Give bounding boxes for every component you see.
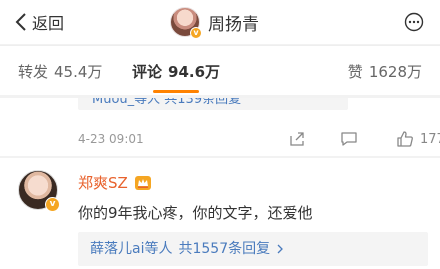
comment-meta-row: 4-23 09:01 1772 [78, 130, 440, 150]
top-nav-bar: 返回 v 周扬青 [0, 0, 440, 44]
avatar[interactable]: v [170, 7, 202, 39]
comment-card-previous: Muou_等人 共139条回复 4-23 09:01 1772 [0, 98, 440, 156]
tab-comment[interactable]: 评论 94.6万 [132, 61, 220, 82]
comment-text: 你的9年我心疼，你的文字，还爱他 [78, 204, 313, 222]
tab-repost[interactable]: 转发 45.4万 [18, 61, 102, 82]
share-icon[interactable] [288, 130, 306, 148]
page-title: 周扬青 [208, 14, 259, 35]
tab-like-count: 1628万 [368, 63, 422, 81]
thumbs-up-icon[interactable] [396, 130, 414, 148]
tab-like[interactable]: 赞 1628万 [348, 61, 422, 82]
commenter-avatar[interactable]: v [18, 170, 60, 212]
reply-count[interactable]: 共1557条回复 [178, 241, 270, 257]
verified-badge-icon: v [190, 27, 202, 39]
verified-badge-icon: v [45, 197, 60, 212]
chevron-left-icon [15, 13, 26, 31]
tab-like-label: 赞 [347, 63, 363, 81]
tab-comment-count: 94.6万 [168, 63, 221, 81]
tab-bar: 转发 45.4万 评论 94.6万 赞 1628万 [0, 45, 440, 95]
reply-names[interactable]: 薛落儿ai等人 [90, 241, 172, 257]
tab-repost-count: 45.4万 [54, 63, 103, 81]
comment-card: v 郑爽SZ 你的9年我心疼，你的文字，还爱他 薛落儿ai等人 共1557条回复 [0, 158, 440, 269]
reply-summary-link[interactable]: Muou_等人 共139条回复 [78, 98, 348, 110]
comment-icon[interactable] [340, 130, 358, 148]
tab-comment-label: 评论 [132, 63, 163, 81]
more-icon[interactable] [404, 12, 424, 32]
reply-summary[interactable]: 薛落儿ai等人 共1557条回复 [78, 232, 428, 266]
like-count: 1772 [420, 132, 440, 147]
nav-title-area[interactable]: v 周扬青 [170, 7, 259, 39]
commenter-username[interactable]: 郑爽SZ [78, 172, 152, 193]
active-tab-indicator [153, 90, 199, 93]
vip-crown-icon [134, 175, 151, 190]
chevron-right-icon [277, 244, 283, 254]
username-text: 郑爽SZ [78, 174, 128, 192]
back-label: 返回 [32, 14, 65, 33]
back-button[interactable]: 返回 [14, 10, 64, 34]
comment-time: 4-23 09:01 [78, 132, 144, 146]
tab-repost-label: 转发 [18, 63, 49, 81]
